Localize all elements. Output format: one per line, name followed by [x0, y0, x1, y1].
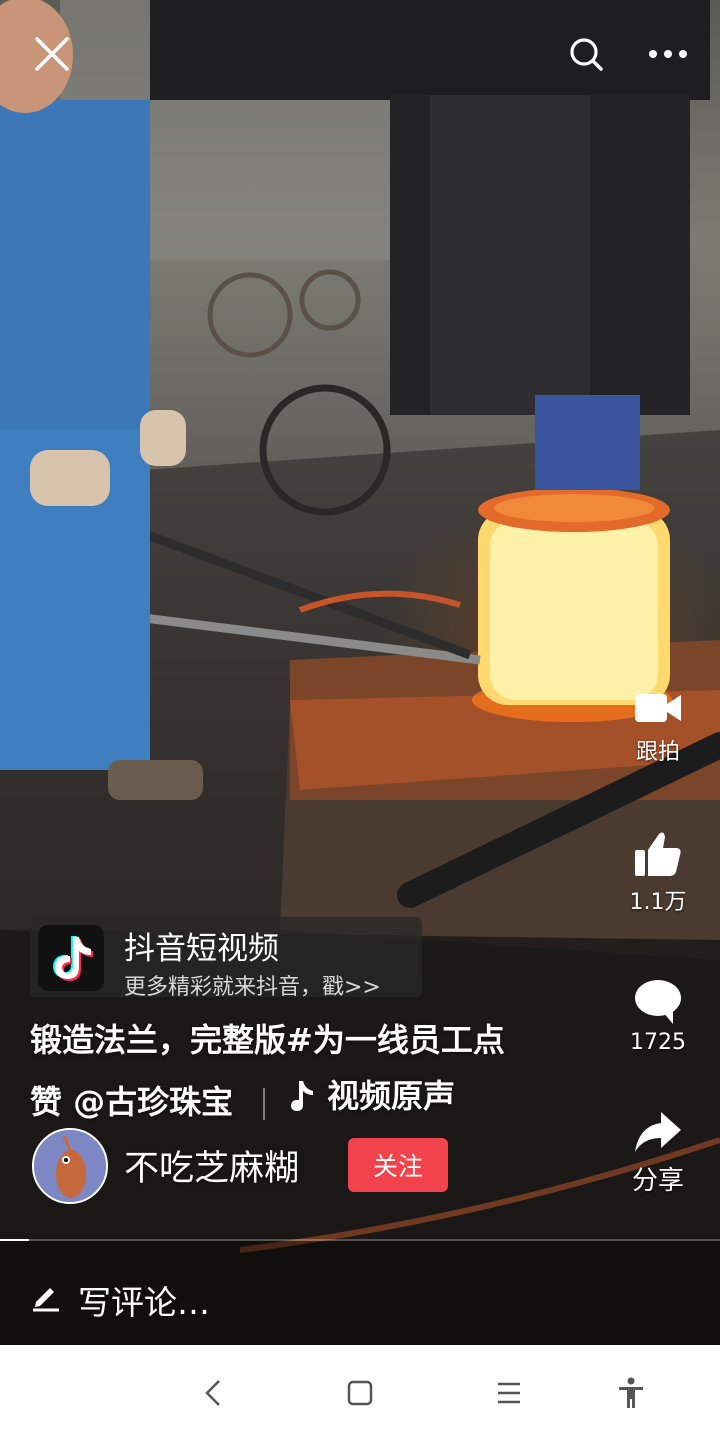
- likes-count: 1.1万: [629, 890, 687, 915]
- promo-title: 抖音短视频: [124, 931, 279, 967]
- duet-button[interactable]: 跟拍: [620, 688, 696, 766]
- video-caption: 锻造法兰，完整版#为一线员工点 赞 @古珍珠宝 视频原声: [30, 1012, 590, 1130]
- video-progress-bar[interactable]: [0, 1239, 720, 1241]
- comments-count: 1725: [630, 1030, 686, 1055]
- music-note-icon: [291, 1081, 314, 1111]
- back-icon: [205, 1379, 220, 1406]
- nav-accessibility-button[interactable]: [601, 1345, 661, 1440]
- system-nav-bar: [0, 1345, 720, 1440]
- caption-line-1: 锻造法兰，完整版#为一线员工点: [30, 1021, 505, 1059]
- home-icon: [347, 1380, 373, 1405]
- comment-input[interactable]: 写评论…: [78, 1276, 210, 1324]
- caption-divider: [263, 1088, 266, 1120]
- author-avatar[interactable]: [32, 1128, 108, 1204]
- author-name[interactable]: 不吃芝麻糊: [124, 1140, 299, 1191]
- pencil-icon: [33, 1288, 59, 1312]
- douyin-promo-card[interactable]: 抖音短视频 更多精彩就来抖音，戳>>: [30, 917, 422, 1000]
- douyin-logo: [38, 925, 104, 991]
- comment-icon: [635, 980, 681, 1024]
- caption-line-2[interactable]: 赞 @古珍珠宝: [30, 1083, 233, 1121]
- tiktok-note-icon: [53, 936, 93, 981]
- music-label: 视频原声: [327, 1077, 456, 1115]
- shrimp-avatar-icon: [34, 1130, 106, 1202]
- video-progress-fill: [0, 1239, 29, 1241]
- menu-icon: [498, 1382, 520, 1403]
- promo-subtitle: 更多精彩就来抖音，戳>>: [124, 975, 381, 1000]
- nav-back-button[interactable]: [183, 1345, 243, 1440]
- duet-label: 跟拍: [635, 740, 680, 765]
- follow-button[interactable]: 关注: [348, 1138, 448, 1192]
- more-icon: [649, 50, 687, 58]
- nav-home-button[interactable]: [330, 1345, 390, 1440]
- like-button[interactable]: 1.1万: [620, 830, 696, 916]
- thumbs-up-icon: [635, 832, 681, 876]
- close-button[interactable]: [26, 28, 78, 80]
- share-label: 分享: [631, 1166, 684, 1196]
- share-arrow-icon: [635, 1112, 681, 1152]
- search-button[interactable]: [560, 28, 612, 80]
- accessibility-icon: [619, 1377, 643, 1408]
- share-button[interactable]: 分享: [620, 1110, 696, 1197]
- search-icon: [570, 38, 603, 71]
- comment-button[interactable]: 1725: [620, 978, 696, 1055]
- music-link[interactable]: 视频原声: [289, 1068, 455, 1124]
- more-button[interactable]: [642, 28, 694, 80]
- close-icon: [35, 37, 69, 71]
- nav-menu-button[interactable]: [479, 1345, 539, 1440]
- video-camera-icon: [635, 694, 681, 722]
